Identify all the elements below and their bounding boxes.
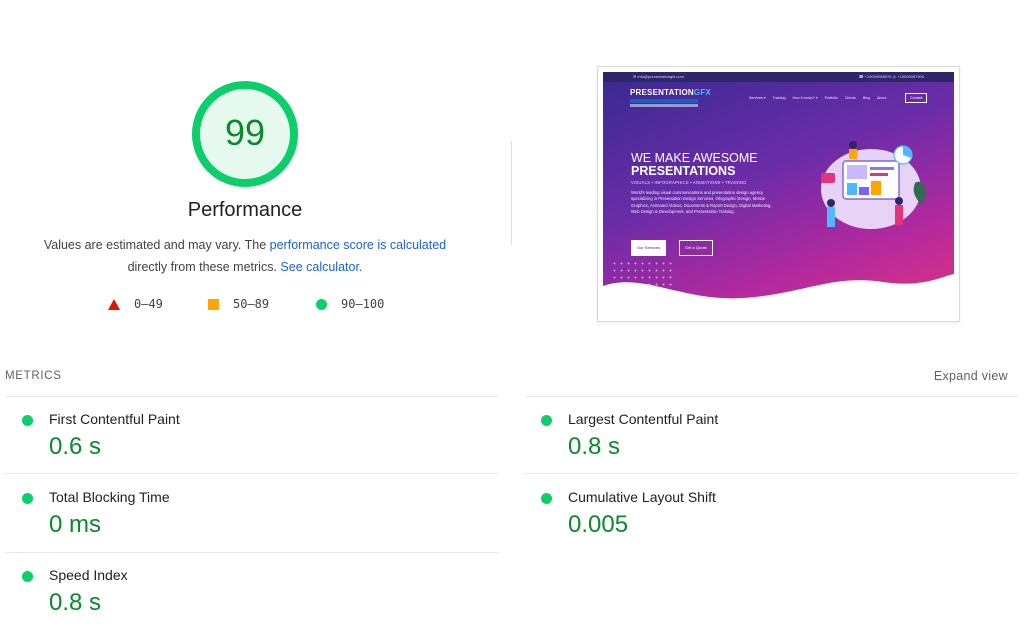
orange-square-icon — [208, 298, 219, 310]
nav-item: Blog — [862, 96, 871, 100]
pass-circle-icon — [541, 415, 552, 426]
screenshot-headline-2: PRESENTATIONS — [631, 164, 736, 178]
screenshot-paragraph: World's leading visual communications an… — [631, 190, 772, 215]
screenshot-tagline: VISUALS • INFOGRAPHICS • ANIMATIONS • TR… — [631, 180, 747, 185]
expand-view-toggle[interactable]: Expand view — [934, 369, 1008, 383]
pass-circle-icon — [22, 571, 33, 582]
performance-score: 99 — [224, 112, 266, 153]
performance-title: Performance — [187, 199, 303, 221]
nav-item: Portfolio — [824, 96, 838, 100]
description-text-2: directly from these metrics. — [127, 260, 281, 274]
metric-divider — [525, 473, 1018, 474]
screenshot-email: ✉ info@presentationgfx.com — [633, 74, 684, 79]
logo-main: PRESENTATION — [630, 88, 694, 97]
see-calculator-link[interactable]: See calculator. — [280, 260, 362, 274]
nav-item: Services ▾ — [749, 96, 766, 100]
metric-value: 0.6 s — [49, 433, 102, 460]
screenshot-services-button: Our Services — [631, 240, 667, 256]
screenshot-logo: PRESENTATIONGFX — [630, 88, 711, 97]
nav-item: Clients — [844, 96, 856, 100]
legend-average: 50–89 — [208, 296, 269, 312]
vertical-divider — [511, 141, 512, 245]
performance-description: Values are estimated and may vary. The p… — [20, 234, 470, 278]
pass-circle-icon — [22, 493, 33, 504]
final-screenshot[interactable]: ✉ info@presentationgfx.com ☎ +1900908897… — [597, 66, 960, 322]
screenshot-topbar: ✉ info@presentationgfx.com ☎ +1900908897… — [603, 72, 954, 82]
nav-item: How it works? ▾ — [792, 96, 818, 100]
metric-divider — [5, 473, 498, 474]
pass-circle-icon — [541, 493, 552, 504]
metric-title: First Contentful Paint — [49, 411, 180, 427]
metric-divider — [525, 396, 1018, 397]
nav-item: About — [877, 96, 887, 100]
screenshot-quote-button: Get a Quote — [679, 240, 713, 256]
metric-title: Speed Index — [49, 567, 128, 583]
legend-range-pass: 90–100 — [341, 297, 385, 311]
red-triangle-icon — [108, 298, 120, 310]
screenshot-dot-pattern — [611, 260, 673, 305]
screenshot-illustration — [821, 141, 926, 229]
screenshot-contact-button: Contact — [905, 93, 928, 103]
legend-pass: 90–100 — [316, 296, 384, 312]
green-circle-icon — [316, 298, 327, 310]
metric-title: Cumulative Layout Shift — [568, 489, 716, 505]
legend-range-average: 50–89 — [233, 297, 270, 311]
screenshot-nav: Services ▾ Training How it works? ▾ Port… — [749, 96, 886, 100]
metric-title: Total Blocking Time — [49, 489, 170, 505]
score-calculation-link[interactable]: performance score is calculated — [270, 238, 446, 252]
screenshot-content: ✉ info@presentationgfx.com ☎ +1900908897… — [603, 72, 954, 316]
legend-fail: 0–49 — [108, 296, 163, 312]
metric-value: 0.8 s — [49, 589, 102, 616]
metric-value: 0.8 s — [568, 433, 621, 460]
logo-subbar — [630, 104, 698, 107]
nav-item: Training — [772, 96, 786, 100]
metrics-header: METRICS — [5, 370, 62, 382]
pass-circle-icon — [22, 415, 33, 426]
screenshot-phone: ☎ +19009088976 ◎ +19009087900 — [858, 74, 924, 79]
logo-bar — [630, 99, 698, 103]
metric-divider — [5, 396, 498, 397]
legend-range-fail: 0–49 — [134, 297, 163, 311]
description-text: Values are estimated and may vary. The — [43, 238, 270, 252]
metric-divider — [5, 552, 498, 553]
logo-accent: GFX — [693, 88, 711, 97]
metric-title: Largest Contentful Paint — [568, 411, 719, 427]
metric-value: 0 ms — [49, 511, 102, 538]
metric-value: 0.005 — [568, 511, 629, 538]
